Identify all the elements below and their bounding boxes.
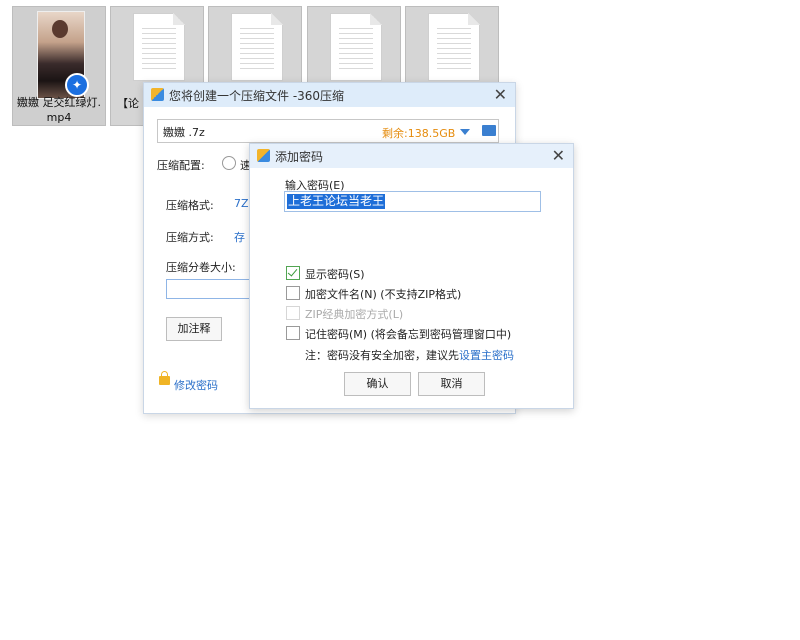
app-360zip-icon [257,149,270,162]
document-icon [330,13,382,81]
remember-password-label: 记住密码(M) (将会备忘到密码管理窗口中) [305,328,512,341]
free-space-label: 剩余:138.5GB [382,127,456,140]
document-icon [231,13,283,81]
chevron-down-icon[interactable] [460,129,470,135]
show-password-checkbox[interactable] [286,266,300,280]
add-password-dialog: 添加密码 ✕ 输入密码(E) 上老王论坛当老王 显示密码(S) 加密文件名(N)… [249,143,574,409]
format-label: 压缩格式: [166,199,214,212]
close-icon[interactable]: ✕ [494,85,507,104]
archive-file-name: 嫐嫐 .7z [163,126,205,139]
document-icon [133,13,185,81]
lock-icon [159,371,170,385]
document-file-name: 【论 [117,97,139,110]
zip-classic-checkbox [286,306,300,320]
cancel-button[interactable]: 取消 [418,372,485,396]
ok-button[interactable]: 确认 [344,372,411,396]
document-icon [428,13,480,81]
set-master-password-link[interactable]: 设置主密码 [459,349,514,362]
archive-path-field[interactable]: 嫐嫐 .7z 剩余:138.5GB [157,119,499,143]
show-password-label: 显示密码(S) [305,268,365,281]
split-size-label: 压缩分卷大小: [166,261,236,274]
close-icon[interactable]: ✕ [552,146,565,165]
encrypt-filenames-checkbox[interactable] [286,286,300,300]
encrypt-filenames-label: 加密文件名(N) (不支持ZIP格式) [305,288,462,301]
format-value[interactable]: 7Z [234,197,249,210]
change-password-link[interactable]: 修改密码 [174,377,218,393]
password-dialog-titlebar[interactable]: 添加密码 ✕ [250,144,573,168]
password-dialog-title: 添加密码 [275,150,324,164]
video-player-icon: ✦ [65,73,89,97]
video-file-name: 嫐嫐 足交红绿灯. mp4 [17,96,101,124]
add-comment-button[interactable]: 加注释 [166,317,222,341]
method-label: 压缩方式: [166,231,214,244]
zip-classic-label: ZIP经典加密方式(L) [305,308,404,321]
video-file-item[interactable]: ✦ 嫐嫐 足交红绿灯. mp4 [12,6,106,126]
folder-icon[interactable] [482,125,496,136]
app-360zip-icon [151,88,164,101]
password-note-text: 注：密码没有安全加密，建议先 [305,349,459,362]
config-label: 压缩配置: [157,159,205,172]
config-radio[interactable] [222,156,236,170]
method-value[interactable]: 存 [234,229,245,245]
compress-dialog-titlebar[interactable]: 您将创建一个压缩文件 -360压缩 ✕ [144,83,515,107]
compress-dialog-title: 您将创建一个压缩文件 -360压缩 [169,89,345,103]
password-value: 上老王论坛当老王 [287,194,386,209]
password-input[interactable]: 上老王论坛当老王 [284,191,541,212]
split-size-input[interactable] [166,279,258,299]
remember-password-checkbox[interactable] [286,326,300,340]
password-note: 注：密码没有安全加密，建议先设置主密码 [305,347,514,363]
